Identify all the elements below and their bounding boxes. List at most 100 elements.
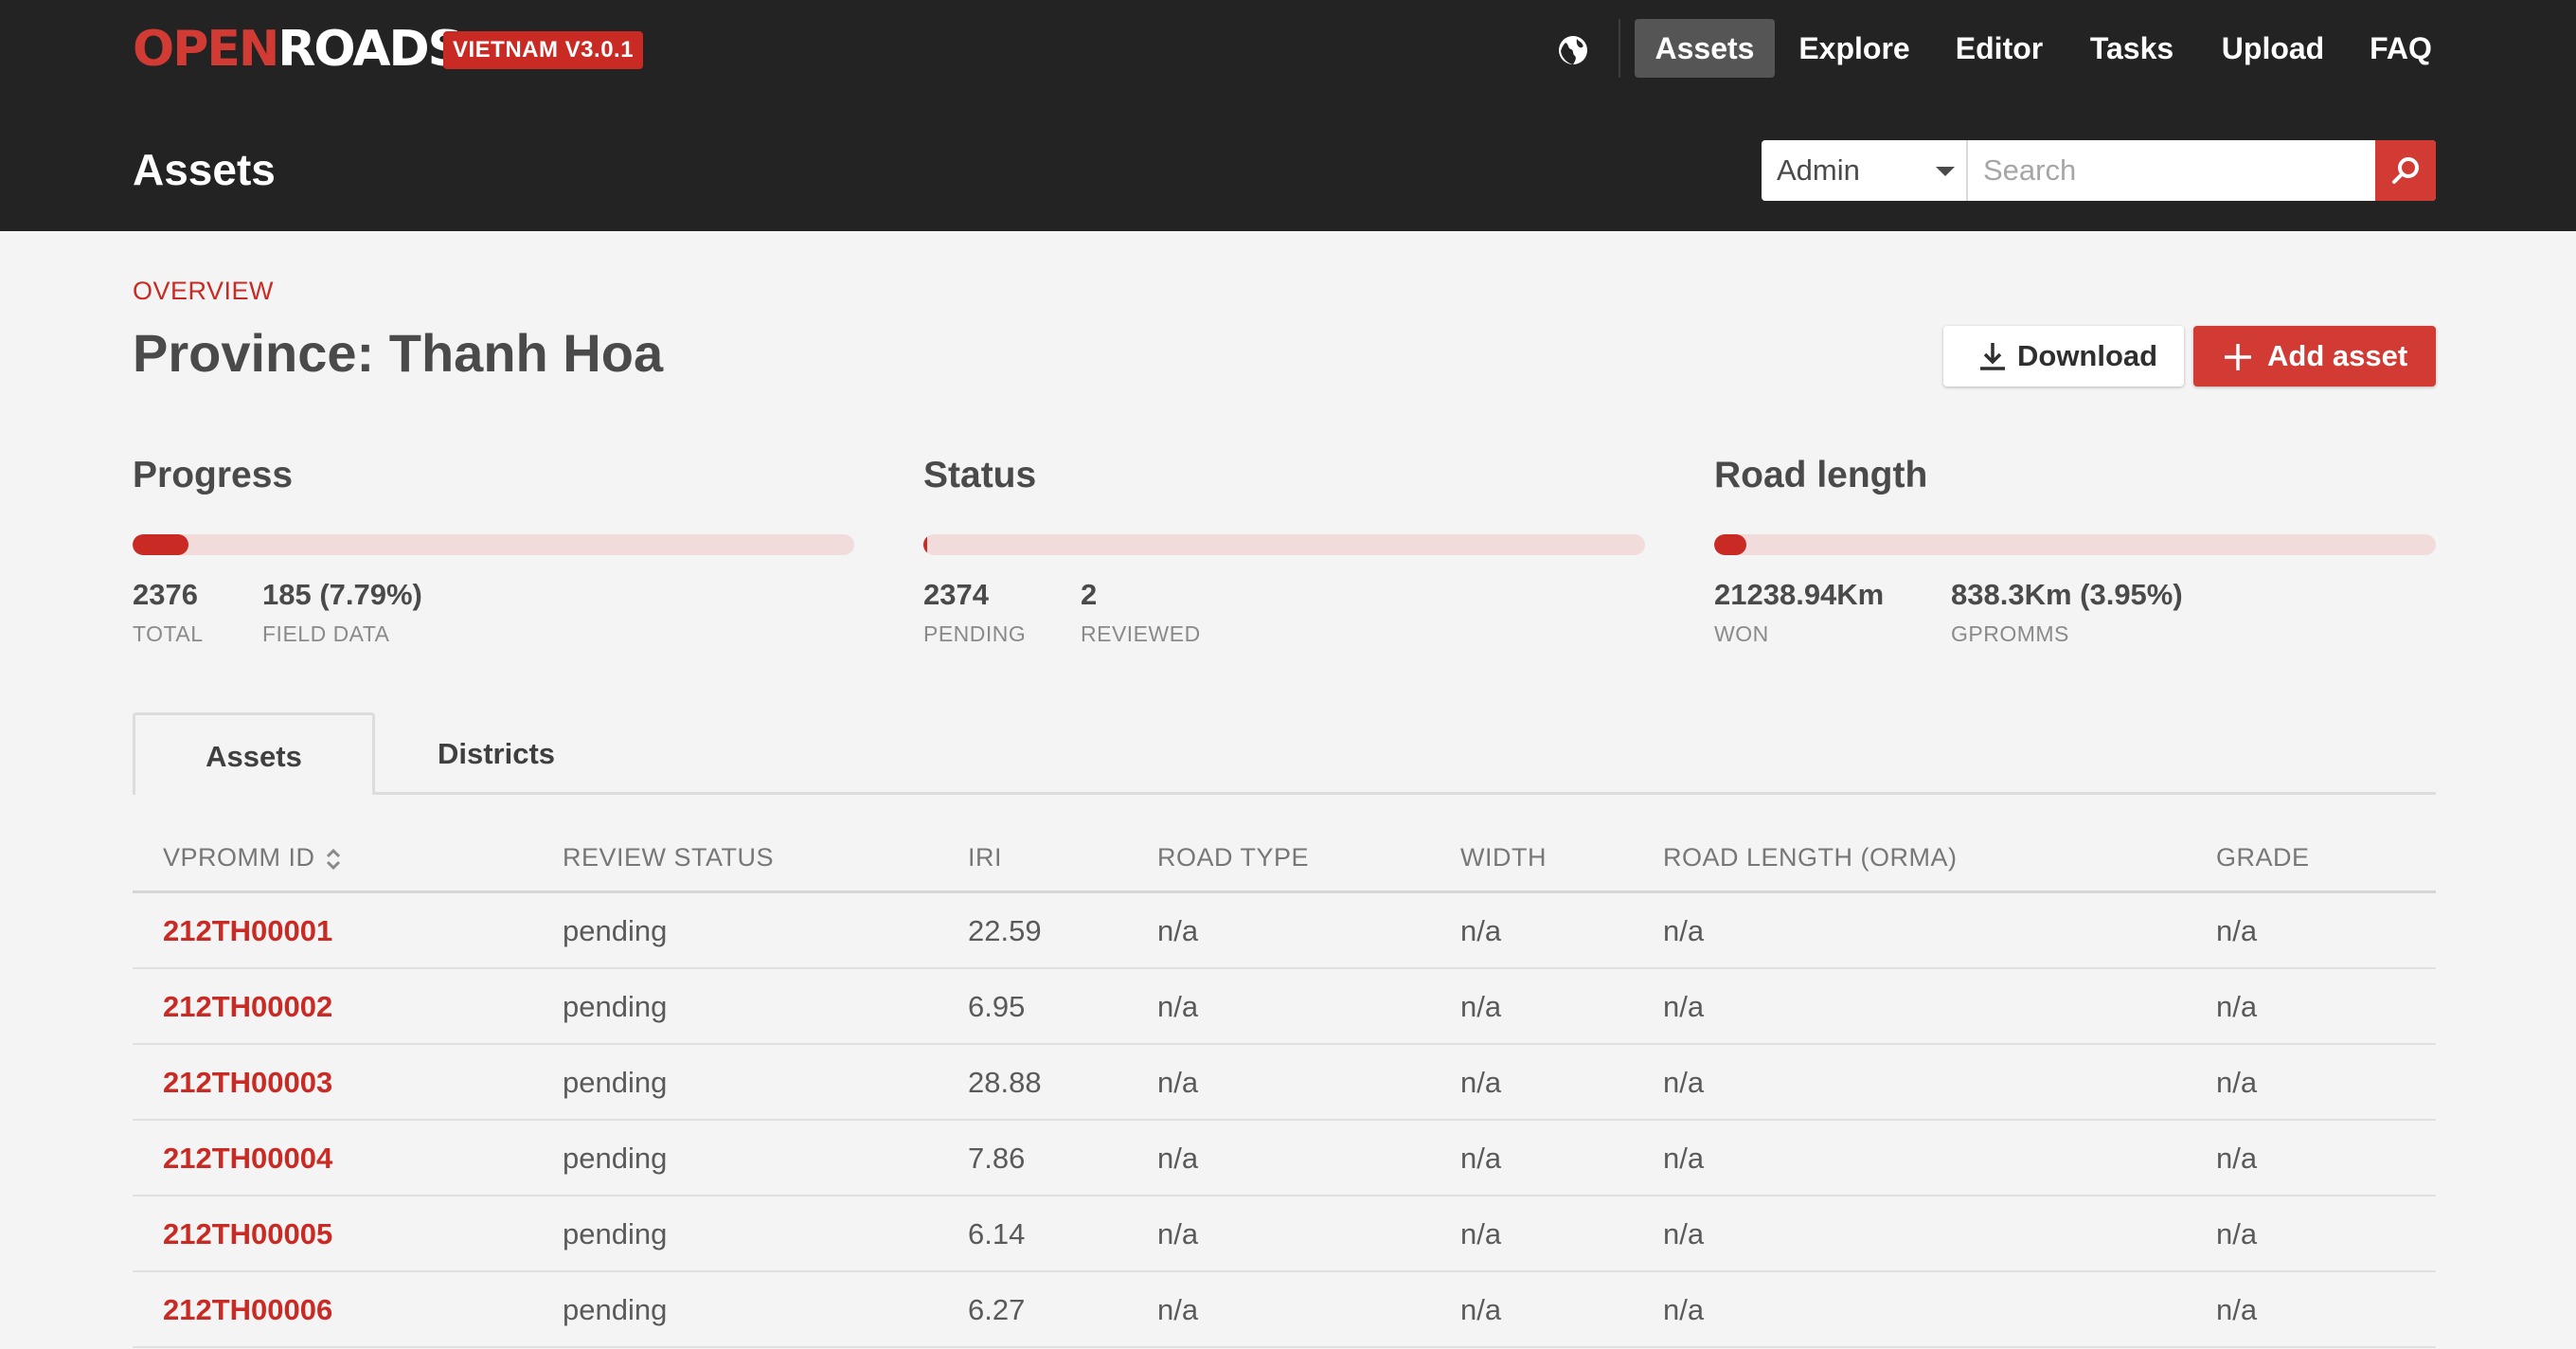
iri-cell: 28.88 xyxy=(968,1066,1042,1099)
tab-assets[interactable]: Assets xyxy=(133,712,375,795)
sort-icon[interactable] xyxy=(324,847,343,872)
progress-bar xyxy=(133,534,854,555)
table-row: 212TH00005 pending 6.14 n/a n/a n/a n/a xyxy=(133,1196,2436,1272)
nav-faq[interactable]: FAQ xyxy=(2362,19,2440,78)
column-header-road-type: ROAD TYPE xyxy=(1157,843,1310,872)
road-length-cell: n/a xyxy=(1663,1142,1705,1175)
table-row: 212TH00001 pending 22.59 n/a n/a n/a n/a xyxy=(133,893,2436,969)
grade-cell: n/a xyxy=(2216,990,2258,1023)
road-length-cell: n/a xyxy=(1663,1217,1705,1250)
status-title: Status xyxy=(923,455,1037,495)
iri-cell: 6.14 xyxy=(968,1217,1026,1250)
iri-cell: 7.86 xyxy=(968,1142,1026,1175)
column-header-iri: IRI xyxy=(968,843,1003,872)
road-type-cell: n/a xyxy=(1157,1293,1199,1326)
search-input[interactable] xyxy=(1970,140,2373,201)
page-title: Province: Thanh Hoa xyxy=(133,323,664,383)
asset-id-link[interactable]: 212TH00002 xyxy=(163,990,332,1024)
status-reviewed-value: 2 xyxy=(1081,578,1098,611)
add-asset-label: Add asset xyxy=(2267,339,2408,372)
asset-id-link[interactable]: 212TH00004 xyxy=(163,1142,332,1176)
iri-cell: 6.95 xyxy=(968,990,1026,1023)
road-length-title: Road length xyxy=(1714,455,1928,495)
asset-id-link[interactable]: 212TH00003 xyxy=(163,1066,332,1100)
road-length-won-value: 21238.94Km xyxy=(1714,578,1885,611)
search-button[interactable] xyxy=(2375,140,2436,201)
status-reviewed-label: REVIEWED xyxy=(1081,621,1201,646)
table-row: 212TH00006 pending 6.27 n/a n/a n/a n/a xyxy=(133,1272,2436,1348)
column-header-road-length: ROAD LENGTH (ORMA) xyxy=(1663,843,1958,872)
progress-title: Progress xyxy=(133,455,294,495)
status-bar-fill xyxy=(923,534,927,555)
status-bar xyxy=(923,534,1645,555)
status-pending-value: 2374 xyxy=(923,578,989,611)
plus-icon xyxy=(2225,344,2251,370)
asset-id-link[interactable]: 212TH00006 xyxy=(163,1293,332,1327)
nav-editor[interactable]: Editor xyxy=(1941,19,2057,78)
width-cell: n/a xyxy=(1460,1066,1502,1099)
globe-icon[interactable] xyxy=(1556,33,1590,67)
column-header-width: WIDTH xyxy=(1460,843,1547,872)
nav-explore[interactable]: Explore xyxy=(1790,19,1919,78)
road-type-cell: n/a xyxy=(1157,1142,1199,1175)
table-row: 212TH00003 pending 28.88 n/a n/a n/a n/a xyxy=(133,1045,2436,1121)
progress-field-value: 185 (7.79%) xyxy=(262,578,422,611)
review-status-cell: pending xyxy=(563,990,668,1023)
status-pending-label: PENDING xyxy=(923,621,1027,646)
download-icon xyxy=(1980,343,2005,370)
road-length-cell: n/a xyxy=(1663,914,1705,947)
road-type-cell: n/a xyxy=(1157,1066,1199,1099)
iri-cell: 6.27 xyxy=(968,1293,1026,1326)
width-cell: n/a xyxy=(1460,1142,1502,1175)
grade-cell: n/a xyxy=(2216,1142,2258,1175)
version-badge: VIETNAM V3.0.1 xyxy=(443,31,644,69)
download-label: Download xyxy=(2017,339,2158,372)
road-length-gpromms-label: GPROMMS xyxy=(1951,621,2069,646)
grade-cell: n/a xyxy=(2216,1066,2258,1099)
nav-upload[interactable]: Upload xyxy=(2207,19,2339,78)
tab-districts[interactable]: Districts xyxy=(398,712,595,795)
add-asset-button[interactable]: Add asset xyxy=(2193,326,2436,387)
admin-select-value: Admin xyxy=(1777,153,1860,187)
review-status-cell: pending xyxy=(563,1217,668,1250)
column-header-review-status: REVIEW STATUS xyxy=(563,843,775,872)
road-length-cell: n/a xyxy=(1663,1066,1705,1099)
nav-separator xyxy=(1619,19,1620,78)
nav-assets[interactable]: Assets xyxy=(1635,19,1775,78)
width-cell: n/a xyxy=(1460,914,1502,947)
download-button[interactable]: Download xyxy=(1943,326,2184,387)
road-type-cell: n/a xyxy=(1157,1217,1199,1250)
progress-total-label: TOTAL xyxy=(133,621,204,646)
width-cell: n/a xyxy=(1460,1217,1502,1250)
iri-cell: 22.59 xyxy=(968,914,1042,947)
logo-open-text: OPEN xyxy=(133,21,279,78)
road-length-gpromms-value: 838.3Km (3.95%) xyxy=(1951,578,2183,611)
openroads-logo[interactable]: OPENROADS xyxy=(133,25,463,74)
road-length-bar-fill xyxy=(1714,534,1746,555)
nav-tasks[interactable]: Tasks xyxy=(2080,19,2184,78)
road-length-cell: n/a xyxy=(1663,1293,1705,1326)
column-header-grade: GRADE xyxy=(2216,843,2310,872)
review-status-cell: pending xyxy=(563,1293,668,1326)
logo-roads-text: ROADS xyxy=(277,21,463,78)
review-status-cell: pending xyxy=(563,914,668,947)
grade-cell: n/a xyxy=(2216,1293,2258,1326)
grade-cell: n/a xyxy=(2216,914,2258,947)
road-length-bar xyxy=(1714,534,2436,555)
review-status-cell: pending xyxy=(563,1142,668,1175)
table-row: 212TH00004 pending 7.86 n/a n/a n/a n/a xyxy=(133,1121,2436,1196)
road-length-cell: n/a xyxy=(1663,990,1705,1023)
search-icon xyxy=(2392,157,2419,184)
road-type-cell: n/a xyxy=(1157,990,1199,1023)
asset-id-link[interactable]: 212TH00001 xyxy=(163,914,332,948)
asset-id-link[interactable]: 212TH00005 xyxy=(163,1217,332,1251)
top-bar: OPENROADS VIETNAM V3.0.1 Assets Explore … xyxy=(0,0,2576,231)
width-cell: n/a xyxy=(1460,1293,1502,1326)
admin-select[interactable]: Admin xyxy=(1762,140,1968,201)
progress-field-label: FIELD DATA xyxy=(262,621,390,646)
overview-label: OVERVIEW xyxy=(133,277,275,305)
column-header-vpromm-id[interactable]: VPROMM ID xyxy=(163,843,315,872)
review-status-cell: pending xyxy=(563,1066,668,1099)
page-heading: Assets xyxy=(133,145,276,194)
progress-total-value: 2376 xyxy=(133,578,198,611)
